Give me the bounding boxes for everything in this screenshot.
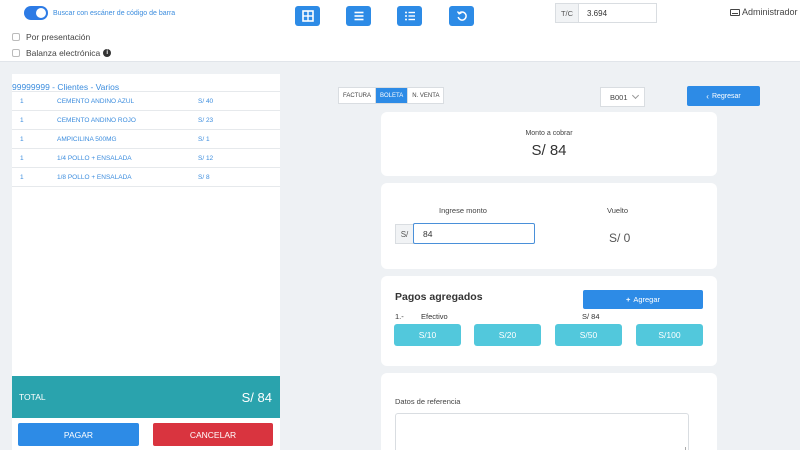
- balanza-row: Balanza electrónica i: [12, 48, 112, 58]
- cart-items: 1 CEMENTO ANDINO AZUL S/ 40 1 CEMENTO ANDIN…: [12, 92, 280, 187]
- quick-amount-50[interactable]: S/50: [555, 324, 622, 346]
- por-presentacion-checkbox[interactable]: [12, 33, 20, 41]
- back-button[interactable]: ‹ Regresar: [687, 86, 760, 106]
- item-qty: 1: [20, 116, 24, 124]
- tab-factura[interactable]: FACTURA: [339, 88, 377, 103]
- item-price: S/ 1: [198, 135, 210, 143]
- tab-boleta[interactable]: BOLETA: [376, 88, 409, 103]
- plus-icon: +: [625, 295, 631, 304]
- list-icon: [354, 11, 363, 21]
- total-value: S/ 84: [241, 389, 272, 405]
- add-payment-button[interactable]: + Agregar: [583, 290, 703, 309]
- reference-card: Datos de referencia: [381, 373, 717, 450]
- por-presentacion-row: Por presentación: [12, 32, 90, 42]
- cart-panel: 99999999 - Clientes - Varios 1 CEMENTO AN…: [12, 74, 280, 450]
- amount-input[interactable]: 84: [413, 223, 535, 244]
- bullet-list-icon: [404, 11, 415, 21]
- amount-card: Ingrese monto S/ 84 Vuelto S/ 0: [381, 183, 717, 269]
- table-row[interactable]: 1 1/8 POLLO + ENSALADA S/ 8: [12, 168, 280, 187]
- payment-amount: S/ 84: [582, 312, 600, 321]
- grid-view-button[interactable]: [295, 6, 320, 26]
- user-name: Administrador: [742, 7, 798, 17]
- cancel-button[interactable]: CANCELAR: [153, 423, 273, 446]
- grid-icon: [301, 10, 314, 22]
- menu-button[interactable]: [346, 6, 371, 26]
- balanza-label: Balanza electrónica: [26, 48, 101, 58]
- item-price: S/ 40: [198, 97, 214, 105]
- barcode-scanner-toggle[interactable]: [24, 6, 48, 20]
- amount-prefix: S/: [395, 224, 414, 244]
- payment-method: Efectivo: [421, 312, 448, 321]
- pay-button[interactable]: PAGAR: [18, 423, 139, 446]
- user-menu[interactable]: Administrador: [730, 7, 798, 17]
- table-row[interactable]: 1 1/4 POLLO + ENSALADA S/ 12: [12, 149, 280, 168]
- item-name: AMPICILINA 500MG: [57, 135, 117, 143]
- add-payment-label: Agregar: [633, 295, 661, 304]
- payment-index: 1.-: [395, 312, 404, 321]
- payments-card: Pagos agregados + Agregar 1.- Efectivo S…: [381, 276, 717, 366]
- table-row[interactable]: 1 CEMENTO ANDINO ROJO S/ 23: [12, 111, 280, 130]
- change-label: Vuelto: [607, 206, 628, 215]
- series-value: B001: [610, 92, 628, 102]
- exchange-rate: T/C 3.694: [555, 3, 657, 23]
- back-button-label: Regresar: [711, 92, 741, 100]
- total-label: TOTAL: [19, 392, 46, 402]
- item-name: CEMENTO ANDINO ROJO: [57, 116, 136, 124]
- quick-amount-100[interactable]: S/100: [636, 324, 703, 346]
- exchange-rate-label: T/C: [555, 3, 579, 23]
- quick-amount-10[interactable]: S/10: [394, 324, 461, 346]
- item-name: CEMENTO ANDINO AZUL: [57, 97, 135, 105]
- item-price: S/ 12: [198, 154, 214, 162]
- item-qty: 1: [20, 154, 24, 162]
- quick-amount-20[interactable]: S/20: [474, 324, 541, 346]
- barcode-scanner-label: Buscar con escáner de código de barra: [53, 10, 176, 17]
- item-price: S/ 8: [198, 173, 210, 181]
- top-bar: Buscar con escáner de código de barra Po…: [0, 0, 800, 62]
- chevron-down-icon: [631, 91, 640, 100]
- list-view-button[interactable]: [397, 6, 422, 26]
- reference-textarea[interactable]: [395, 413, 689, 450]
- item-price: S/ 23: [198, 116, 214, 124]
- por-presentacion-label: Por presentación: [26, 32, 91, 42]
- exchange-rate-input[interactable]: 3.694: [579, 3, 657, 23]
- balanza-checkbox[interactable]: [12, 49, 20, 57]
- payments-title: Pagos agregados: [395, 291, 483, 303]
- item-name: 1/8 POLLO + ENSALADA: [57, 173, 132, 181]
- chevron-left-icon: ‹: [706, 91, 709, 101]
- refresh-button[interactable]: [449, 6, 474, 26]
- item-qty: 1: [20, 135, 24, 143]
- document-type-tabs: FACTURA BOLETA N. VENTA: [338, 87, 445, 104]
- info-icon[interactable]: i: [103, 49, 112, 57]
- tab-nota-venta[interactable]: N. VENTA: [408, 88, 443, 103]
- table-row[interactable]: 1 AMPICILINA 500MG S/ 1: [12, 130, 280, 149]
- customer-name[interactable]: 99999999 - Clientes - Varios: [12, 74, 280, 92]
- reference-label: Datos de referencia: [395, 397, 461, 406]
- item-name: 1/4 POLLO + ENSALADA: [57, 154, 132, 162]
- charge-card: Monto a cobrar S/ 84: [381, 112, 717, 176]
- change-value: S/ 0: [609, 231, 631, 245]
- item-qty: 1: [20, 173, 24, 181]
- total-bar: TOTAL S/ 84: [12, 376, 280, 418]
- charge-value: S/ 84: [531, 142, 567, 159]
- toggle-knob: [36, 8, 46, 18]
- keyboard-icon: [730, 8, 740, 16]
- series-select[interactable]: B001: [600, 87, 645, 107]
- table-row[interactable]: 1 CEMENTO ANDINO AZUL S/ 40: [12, 92, 280, 111]
- charge-label: Monto a cobrar: [525, 130, 573, 137]
- refresh-icon: [456, 11, 467, 21]
- item-qty: 1: [20, 97, 24, 105]
- amount-label: Ingrese monto: [439, 206, 487, 215]
